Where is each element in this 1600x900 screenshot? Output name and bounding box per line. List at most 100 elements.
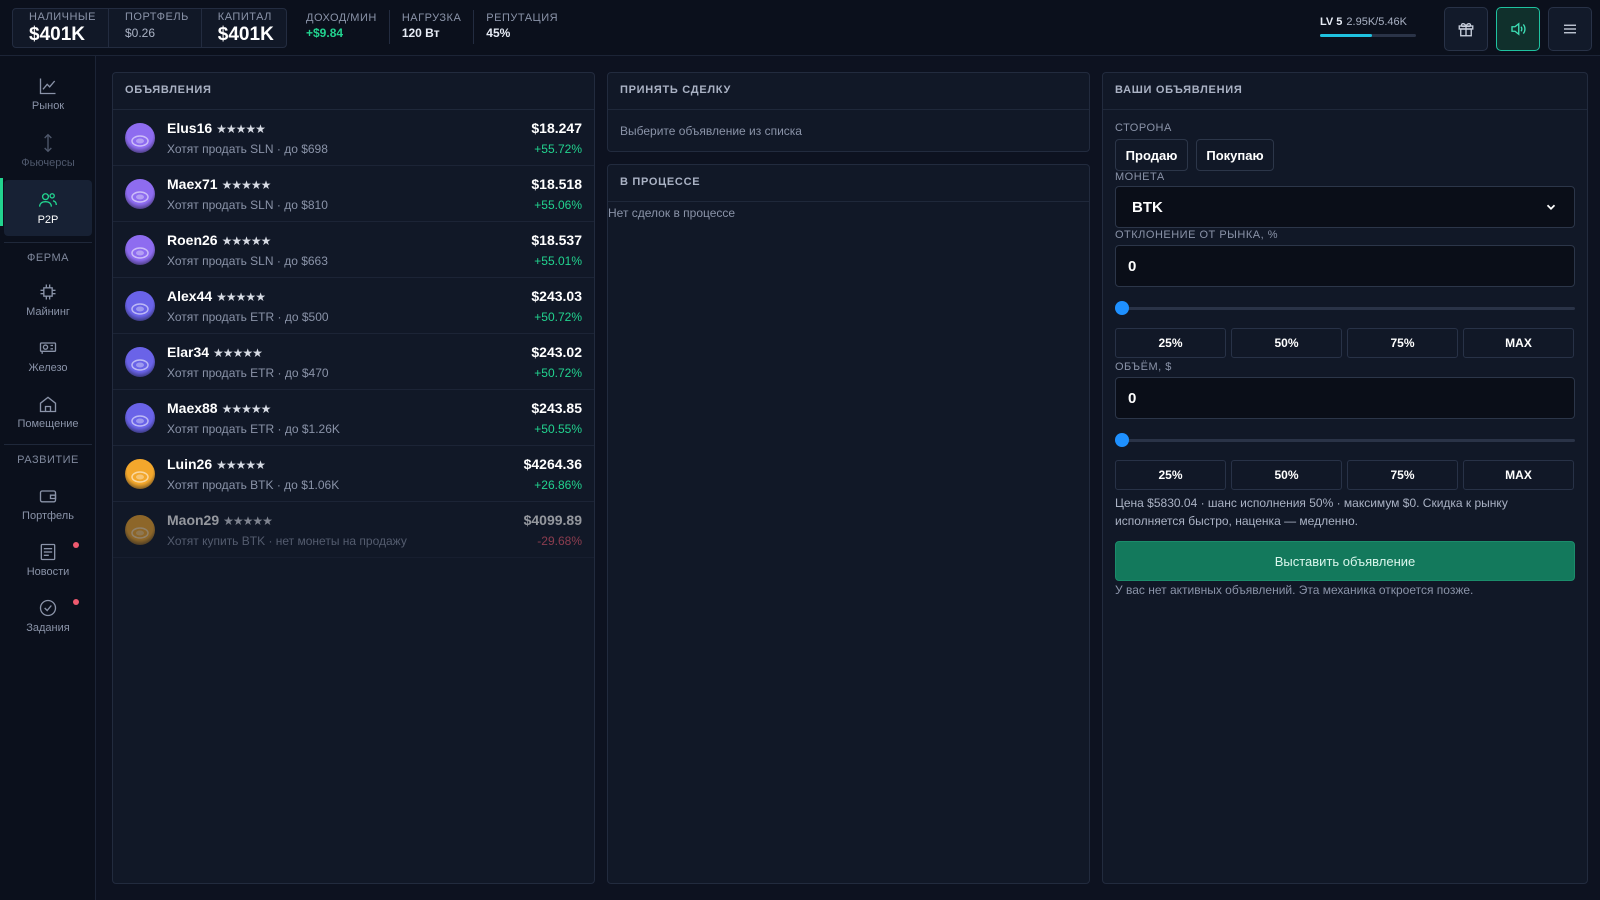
buy-button[interactable]: Покупаю (1196, 139, 1274, 171)
cash-stat: НАЛИЧНЫЕ $401K (13, 9, 109, 47)
gift-button[interactable] (1444, 7, 1488, 51)
rating-stars: ★★★★★ (216, 458, 266, 472)
volume-input[interactable] (1115, 377, 1575, 419)
listing-row[interactable]: Elar34 ★★★★★ Хотят продать ETR · до $470 $2… (113, 334, 594, 390)
coin-btk-icon (125, 515, 155, 545)
nav-market[interactable]: Рынок (4, 66, 92, 122)
nav-market-label: Рынок (31, 100, 65, 112)
capital-label: КАПИТАЛ (217, 11, 272, 23)
menu-button[interactable] (1548, 7, 1592, 51)
listing-change: +55.06% (534, 198, 582, 212)
capital-stat: КАПИТАЛ $401K (202, 9, 286, 47)
accept-hint: Выберите объявление из списка (620, 124, 802, 138)
volume-preset-50[interactable]: 50% (1231, 460, 1342, 490)
income-stat: ДОХОД/МИН +$9.84 (294, 10, 390, 44)
nav-mining[interactable]: Майнинг (4, 272, 92, 328)
coin-etr-icon (125, 347, 155, 377)
listing-row[interactable]: Maex71 ★★★★★ Хотят продать SLN · до $810 $1… (113, 166, 594, 222)
listing-row[interactable]: Maex88 ★★★★★ Хотят продать ETR · до $1.26K… (113, 390, 594, 446)
listing-description: Хотят продать ETR · до $1.26K (167, 422, 340, 436)
nav-tasks[interactable]: Задания (4, 588, 92, 644)
nav-news[interactable]: Новости (4, 532, 92, 588)
rating-stars: ★★★★★ (221, 234, 272, 248)
listing-row[interactable]: Luin26 ★★★★★ Хотят продать BTK · до $1.06K… (113, 446, 594, 502)
chart-icon (39, 78, 56, 95)
volume-slider[interactable] (1115, 433, 1575, 447)
listing-price: $243.85 (531, 400, 582, 416)
deviation-input[interactable] (1115, 245, 1575, 287)
volume-preset-max[interactable]: MAX (1463, 460, 1574, 490)
listing-description: Хотят продать SLN · до $663 (167, 254, 328, 268)
coin-label: МОНЕТА (1115, 171, 1165, 183)
chevron-down-icon (1546, 204, 1556, 210)
coin-select[interactable]: BTK (1115, 186, 1575, 228)
volume-slider-track (1115, 439, 1575, 442)
nav-portfolio[interactable]: Портфель (4, 476, 92, 532)
listing-row[interactable]: Maon29 ★★★★★ Хотят купить BTK · нет монеты… (113, 502, 594, 558)
post-ad-button[interactable]: Выставить объявление (1115, 541, 1575, 581)
section-farm: ФЕРМА (27, 252, 69, 264)
volume-preset-25[interactable]: 25% (1115, 460, 1226, 490)
sidebar-divider (4, 444, 92, 445)
my-ads-panel: ВАШИ ОБЪЯВЛЕНИЯ СТОРОНА Продаю Покупаю М… (1102, 72, 1588, 884)
listing-description: Хотят продать ETR · до $470 (167, 366, 329, 380)
capital-value: $401K (217, 24, 274, 45)
trader-name: Maon29 ★★★★★ (167, 512, 273, 528)
reputation-label: РЕПУТАЦИЯ (486, 12, 559, 24)
listing-change: +55.01% (534, 254, 582, 268)
deviation-preset-75[interactable]: 75% (1347, 328, 1458, 358)
my-ads-footer-note: У вас нет активных объявлений. Эта механ… (1115, 583, 1474, 597)
income-label: ДОХОД/МИН (306, 12, 377, 24)
gift-icon (1458, 22, 1474, 37)
nav-futures-label: Фьючерсы (21, 157, 75, 169)
nav-room[interactable]: Помещение (4, 384, 92, 440)
nav-p2p[interactable]: P2P (4, 180, 92, 236)
rating-stars: ★★★★★ (213, 346, 263, 360)
trader-name: Roen26 ★★★★★ (167, 232, 272, 248)
nav-news-label: Новости (26, 566, 70, 578)
deviation-slider-thumb[interactable] (1115, 301, 1129, 315)
listing-price: $4099.89 (523, 512, 582, 528)
rating-stars: ★★★★★ (221, 402, 272, 416)
listing-row[interactable]: Elus16 ★★★★★ Хотят продать SLN · до $698 $1… (113, 110, 594, 166)
volume-slider-thumb[interactable] (1115, 433, 1129, 447)
coin-etr-icon (125, 403, 155, 433)
listing-row[interactable]: Roen26 ★★★★★ Хотят продать SLN · до $663 $1… (113, 222, 594, 278)
listing-row[interactable]: Alex44 ★★★★★ Хотят продать ETR · до $500 $2… (113, 278, 594, 334)
in-progress-panel: В ПРОЦЕССЕ Нет сделок в процессе (607, 164, 1090, 884)
listing-change: -29.68% (537, 534, 582, 548)
accept-deal-panel: ПРИНЯТЬ СДЕЛКУ Выберите объявление из сп… (607, 72, 1090, 152)
volume-preset-75[interactable]: 75% (1347, 460, 1458, 490)
trader-name: Elus16 ★★★★★ (167, 120, 266, 136)
listing-price: $4264.36 (523, 456, 582, 472)
sound-button[interactable] (1496, 7, 1540, 51)
sell-button[interactable]: Продаю (1115, 139, 1188, 171)
rating-stars: ★★★★★ (221, 178, 272, 192)
load-label: НАГРУЗКА (401, 12, 462, 24)
top-bar: НАЛИЧНЫЕ $401K ПОРТФЕЛЬ $0.26 КАПИТАЛ $4… (0, 0, 1600, 56)
balance-box: НАЛИЧНЫЕ $401K ПОРТФЕЛЬ $0.26 КАПИТАЛ $4… (12, 8, 287, 48)
listing-price: $18.247 (531, 120, 582, 136)
sidebar-divider (4, 242, 92, 243)
portfolio-stat: ПОРТФЕЛЬ $0.26 (109, 9, 202, 47)
deviation-slider-track (1115, 307, 1575, 310)
progress-title: В ПРОЦЕССЕ (608, 165, 1089, 202)
volume-label: ОБЪЁМ, $ (1115, 361, 1172, 373)
deviation-preset-max[interactable]: MAX (1463, 328, 1574, 358)
nav-hardware[interactable]: Железо (4, 328, 92, 384)
cash-value: $401K (29, 24, 85, 45)
accept-title: ПРИНЯТЬ СДЕЛКУ (608, 73, 1089, 110)
coin-etr-icon (125, 291, 155, 321)
listing-change: +50.72% (534, 310, 582, 324)
coin-sln-icon (125, 235, 155, 265)
trader-name: Maex71 ★★★★★ (167, 176, 272, 192)
gpu-icon (39, 342, 57, 354)
nav-futures[interactable]: Фьючерсы (4, 123, 92, 179)
deviation-slider[interactable] (1115, 301, 1575, 315)
deviation-preset-25[interactable]: 25% (1115, 328, 1226, 358)
deviation-preset-50[interactable]: 50% (1231, 328, 1342, 358)
sound-icon (1511, 22, 1526, 36)
listing-change: +50.55% (534, 422, 582, 436)
portfolio-value: $0.26 (125, 26, 156, 40)
wallet-icon (39, 490, 57, 503)
